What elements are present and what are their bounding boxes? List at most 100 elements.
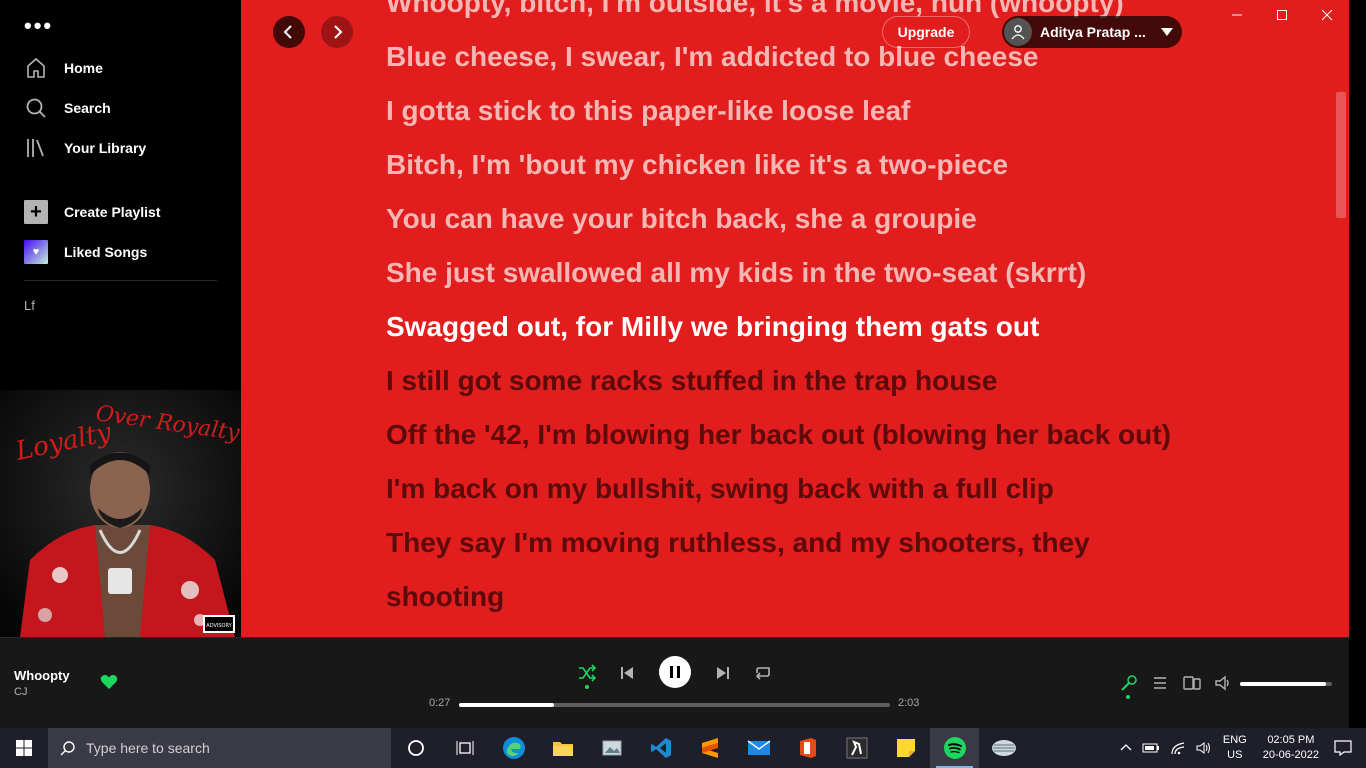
battery-icon <box>1142 743 1159 753</box>
office-icon <box>799 738 816 758</box>
taskbar-search-input[interactable]: Type here to search <box>48 728 391 768</box>
skip-forward-icon <box>717 667 729 679</box>
queue-button[interactable] <box>1149 672 1171 694</box>
spotify-icon <box>943 737 966 759</box>
connect-device-button[interactable] <box>1181 672 1203 694</box>
lyric-line-current[interactable]: Swagged out, for Milly we bringing them … <box>386 310 1039 344</box>
lyric-line[interactable]: Bitch, I'm 'bout my chicken like it's a … <box>386 148 1008 182</box>
like-button[interactable] <box>100 674 118 695</box>
start-button[interactable] <box>0 728 48 768</box>
lyric-line[interactable]: I still got some racks stuffed in the tr… <box>386 364 997 398</box>
taskbar-spotify[interactable] <box>930 728 979 768</box>
svg-text:ADVISORY: ADVISORY <box>206 623 232 629</box>
progress-bar-fill <box>459 703 554 707</box>
lyric-line[interactable]: You can have your bitch back, she a grou… <box>386 202 977 236</box>
chevron-up-icon <box>1120 744 1132 751</box>
nav-home[interactable]: Home <box>24 56 103 80</box>
album-cover-art[interactable]: Loyalty Over Royalty ADVISORY <box>0 390 241 637</box>
taskbar-file-explorer[interactable] <box>538 728 587 768</box>
lyric-line[interactable]: I gotta stick to this paper-like loose l… <box>386 94 910 128</box>
lyric-line[interactable]: shooting <box>386 580 504 614</box>
photos-icon <box>602 740 621 756</box>
heart-filled-icon <box>100 675 118 689</box>
counter-strike-icon <box>846 737 867 759</box>
volume-icon <box>1215 675 1229 691</box>
repeat-icon <box>755 667 770 680</box>
mail-icon <box>747 740 770 755</box>
task-view-button[interactable] <box>440 728 489 768</box>
input-language[interactable]: ENG US <box>1223 733 1247 763</box>
taskbar-photos[interactable] <box>587 728 636 768</box>
taskbar-cs-game[interactable] <box>832 728 881 768</box>
wifi-status[interactable] <box>1170 741 1186 755</box>
system-tray: ENG US 02:05 PM 20-06-2022 <box>1115 728 1366 768</box>
upgrade-button[interactable]: Upgrade <box>882 16 970 48</box>
nav-home-label: Home <box>64 60 103 76</box>
notification-icon <box>1334 740 1352 756</box>
taskbar-mail[interactable] <box>734 728 783 768</box>
back-button[interactable] <box>273 16 305 48</box>
vscode-icon <box>650 738 671 758</box>
lyric-line[interactable]: I'm back on my bullshit, swing back with… <box>386 472 1054 506</box>
sublime-text-icon <box>701 738 718 758</box>
previous-button[interactable] <box>616 662 638 684</box>
now-playing-bar: Whoopty CJ 0:27 2:03 <box>0 637 1349 728</box>
app-window-icon <box>991 740 1016 756</box>
more-menu-button[interactable]: ••• <box>24 15 53 37</box>
shuffle-button[interactable] <box>576 662 598 684</box>
lyrics-scrollbar-thumb[interactable] <box>1336 92 1346 218</box>
window-controls <box>1214 0 1349 30</box>
mute-button[interactable] <box>1213 672 1235 694</box>
show-hidden-icons-button[interactable] <box>1120 742 1132 754</box>
next-button[interactable] <box>712 662 734 684</box>
nav-your-library[interactable]: Your Library <box>24 136 146 160</box>
pause-button[interactable] <box>659 656 691 688</box>
speaker-icon <box>1196 742 1210 754</box>
user-menu-button[interactable]: Aditya Pratap ... <box>1002 16 1182 48</box>
queue-icon <box>1154 677 1166 689</box>
liked-songs-button[interactable]: ♥ Liked Songs <box>24 240 147 264</box>
caret-down-icon <box>1161 28 1173 36</box>
volume-status[interactable] <box>1196 741 1212 755</box>
taskbar-app-other[interactable] <box>979 728 1028 768</box>
home-icon <box>27 57 45 78</box>
taskbar-edge[interactable] <box>489 728 538 768</box>
lang-bottom: US <box>1227 749 1243 761</box>
chevron-right-icon <box>334 25 343 39</box>
clock[interactable]: 02:05 PM 20-06-2022 <box>1263 733 1319 763</box>
search-icon <box>60 741 75 756</box>
shuffle-active-dot <box>585 685 589 689</box>
minimize-button[interactable] <box>1214 0 1259 30</box>
wifi-icon <box>1171 742 1184 755</box>
plus-icon: + <box>24 200 48 224</box>
clock-date: 20-06-2022 <box>1262 749 1319 761</box>
notifications-button[interactable] <box>1334 740 1352 756</box>
sidebar-playlist-item[interactable]: Lf <box>24 298 35 313</box>
volume-slider[interactable] <box>1240 682 1332 686</box>
lyric-line[interactable]: She just swallowed all my kids in the tw… <box>386 256 1086 290</box>
lyric-line[interactable]: They say I'm moving ruthless, and my sho… <box>386 526 1090 560</box>
repeat-button[interactable] <box>752 662 774 684</box>
maximize-button[interactable] <box>1259 0 1304 30</box>
elapsed-time: 0:27 <box>429 697 451 709</box>
nav-search[interactable]: Search <box>24 96 111 120</box>
close-button[interactable] <box>1304 0 1349 30</box>
lyrics-button[interactable] <box>1118 672 1140 694</box>
taskbar-vscode[interactable] <box>636 728 685 768</box>
taskbar-sticky-notes[interactable] <box>881 728 930 768</box>
user-name: Aditya Pratap ... <box>1040 24 1146 40</box>
progress-bar[interactable] <box>459 703 890 707</box>
lyric-line[interactable]: Off the '42, I'm blowing her back out (b… <box>386 418 1171 452</box>
taskbar-office[interactable] <box>783 728 832 768</box>
create-playlist-button[interactable]: + Create Playlist <box>24 200 161 224</box>
taskbar-sublime[interactable] <box>685 728 734 768</box>
lyrics-active-dot <box>1126 695 1130 699</box>
forward-button[interactable] <box>321 16 353 48</box>
cortana-button[interactable] <box>391 728 440 768</box>
sidebar-divider <box>24 280 217 281</box>
track-artist[interactable]: CJ <box>14 686 27 698</box>
sidebar: ••• Home Search Your Library + Create Pl… <box>0 0 241 637</box>
track-title[interactable]: Whoopty <box>14 668 70 683</box>
sticky-notes-icon <box>896 739 915 757</box>
battery-status[interactable] <box>1142 742 1160 754</box>
